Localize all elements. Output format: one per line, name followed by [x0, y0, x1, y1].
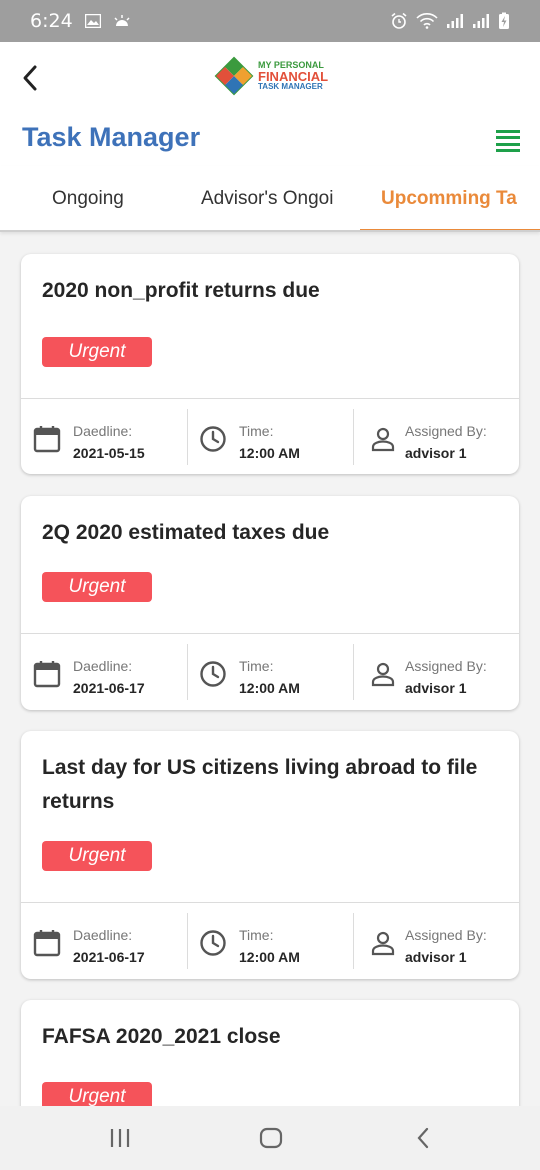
deadline-label: Daedline: — [73, 927, 133, 943]
recent-apps-button[interactable] — [106, 1124, 134, 1152]
app-header: MY PERSONAL FINANCIAL TASK MANAGER Task … — [0, 42, 540, 166]
home-button[interactable] — [257, 1124, 285, 1152]
priority-badge: Urgent — [42, 337, 152, 367]
tab-bar: Ongoing Advisor's Ongoi Upcomming Ta — [0, 166, 540, 232]
task-card[interactable]: Last day for US citizens living abroad t… — [21, 731, 519, 979]
tab-ongoing[interactable]: Ongoing — [52, 166, 152, 230]
deadline-cell: Daedline: 2021-05-15 — [21, 399, 187, 474]
time-cell: Time: 12:00 AM — [187, 399, 353, 474]
time-cell: Time: 12:00 AM — [187, 903, 353, 979]
deadline-cell: Daedline: 2021-06-17 — [21, 903, 187, 979]
calendar-icon — [33, 426, 61, 453]
assigned-cell: Assigned By: advisor 1 — [353, 399, 519, 474]
deadline-value: 2021-06-17 — [73, 949, 145, 965]
home-icon — [259, 1127, 283, 1149]
wifi-icon — [416, 13, 438, 29]
deadline-label: Daedline: — [73, 658, 133, 674]
assigned-value: advisor 1 — [405, 949, 467, 965]
status-time: 6:24 — [30, 10, 73, 32]
clock-icon — [200, 426, 226, 452]
person-icon — [371, 662, 395, 687]
assigned-label: Assigned By: — [405, 927, 487, 943]
system-back-button[interactable] — [409, 1124, 437, 1152]
time-cell: Time: 12:00 AM — [187, 634, 353, 710]
calendar-icon — [33, 930, 61, 957]
status-bar: 6:24 — [0, 0, 540, 42]
assigned-cell: Assigned By: advisor 1 — [353, 634, 519, 710]
time-label: Time: — [239, 658, 274, 674]
deadline-label: Daedline: — [73, 423, 133, 439]
assigned-value: advisor 1 — [405, 680, 467, 696]
assigned-cell: Assigned By: advisor 1 — [353, 903, 519, 979]
back-button[interactable] — [14, 62, 46, 94]
time-value: 12:00 AM — [239, 680, 300, 696]
task-title: 2Q 2020 estimated taxes due — [42, 521, 330, 544]
logo-line-3: TASK MANAGER — [258, 82, 323, 91]
task-meta-row: Daedline: 2021-06-17 Time: 12:00 AM Assi… — [21, 633, 519, 709]
calendar-icon — [33, 661, 61, 688]
assigned-label: Assigned By: — [405, 658, 487, 674]
priority-badge: Urgent — [42, 1082, 152, 1106]
alarm-icon — [390, 12, 408, 30]
deadline-cell: Daedline: 2021-06-17 — [21, 634, 187, 710]
system-nav-bar — [0, 1106, 540, 1170]
tab-advisors-ongoing[interactable]: Advisor's Ongoi — [201, 166, 340, 230]
task-title: 2020 non_profit returns due — [42, 279, 320, 302]
task-title: FAFSA 2020_2021 close — [42, 1025, 281, 1048]
priority-badge: Urgent — [42, 572, 152, 602]
page-title: Task Manager — [22, 122, 201, 152]
battery-charging-icon — [498, 12, 510, 30]
time-value: 12:00 AM — [239, 949, 300, 965]
task-title: Last day for US citizens living abroad t… — [42, 756, 478, 813]
assigned-value: advisor 1 — [405, 445, 467, 461]
clock-icon — [200, 661, 226, 687]
tab-upcoming-tasks[interactable]: Upcomming Ta — [381, 166, 540, 230]
task-card[interactable]: 2020 non_profit returns due Urgent Daedl… — [21, 254, 519, 474]
task-card[interactable]: FAFSA 2020_2021 close Urgent — [21, 1000, 519, 1106]
menu-button[interactable] — [496, 130, 520, 152]
clock-icon — [200, 930, 226, 956]
time-label: Time: — [239, 927, 274, 943]
person-icon — [371, 931, 395, 956]
menu-icon — [496, 130, 520, 133]
back-chevron-icon — [417, 1127, 429, 1149]
deadline-value: 2021-06-17 — [73, 680, 145, 696]
deadline-value: 2021-05-15 — [73, 445, 145, 461]
app-logo: MY PERSONAL FINANCIAL TASK MANAGER — [214, 56, 328, 96]
priority-badge: Urgent — [42, 841, 152, 871]
task-meta-row: Daedline: 2021-05-15 Time: 12:00 AM Assi… — [21, 398, 519, 474]
task-meta-row: Daedline: 2021-06-17 Time: 12:00 AM Assi… — [21, 902, 519, 978]
time-value: 12:00 AM — [239, 445, 300, 461]
signal-icon — [472, 13, 490, 29]
task-list[interactable]: 2020 non_profit returns due Urgent Daedl… — [0, 234, 540, 1106]
active-tab-indicator — [360, 229, 540, 230]
assigned-label: Assigned By: — [405, 423, 487, 439]
person-icon — [371, 427, 395, 452]
back-arrow-icon — [23, 65, 37, 91]
image-icon — [84, 14, 101, 28]
task-card[interactable]: 2Q 2020 estimated taxes due Urgent Daedl… — [21, 496, 519, 710]
recent-apps-icon — [110, 1129, 130, 1147]
weather-icon — [113, 14, 131, 28]
time-label: Time: — [239, 423, 274, 439]
signal-icon — [446, 13, 464, 29]
logo-mark-icon — [214, 56, 254, 96]
